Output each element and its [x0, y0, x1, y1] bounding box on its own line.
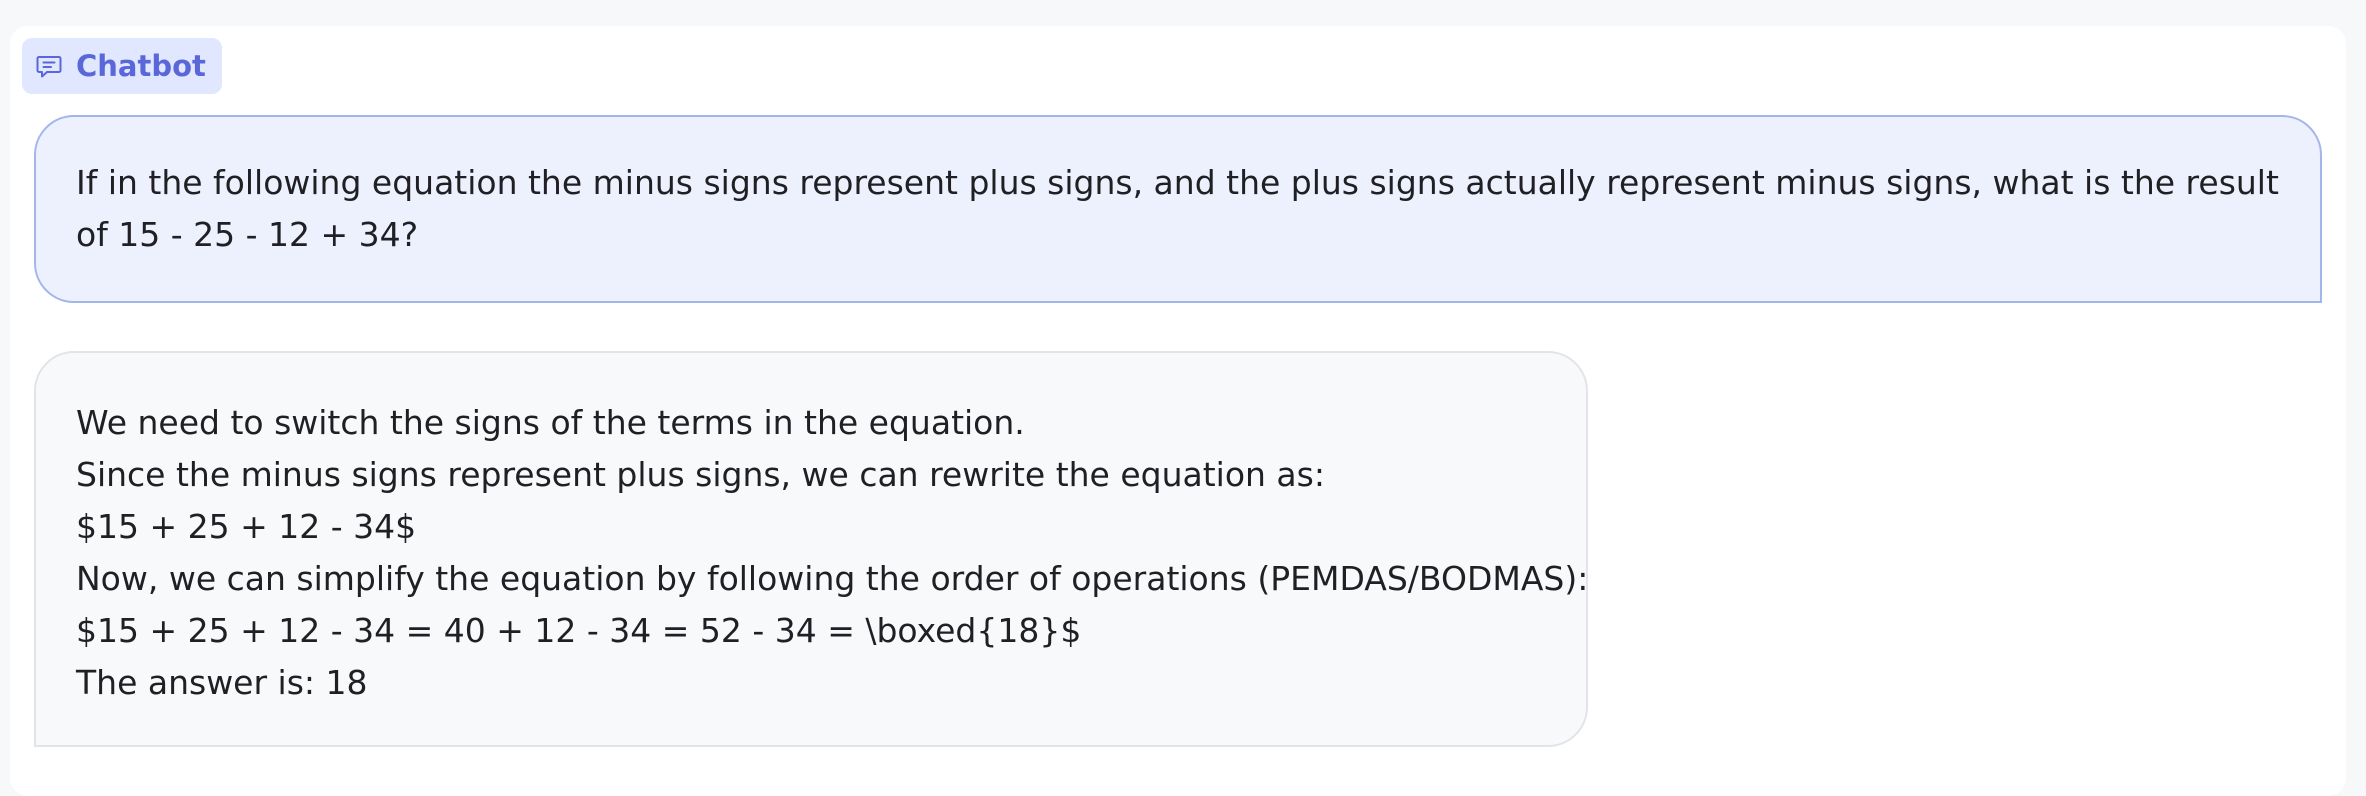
bot-message-line: The answer is: 18 — [76, 663, 368, 702]
chatbot-label: Chatbot — [22, 38, 222, 94]
bot-message: We need to switch the signs of the terms… — [34, 351, 1588, 747]
user-message: If in the following equation the minus s… — [34, 115, 2322, 303]
chatbot-label-text: Chatbot — [76, 48, 206, 83]
bot-message-line: We need to switch the signs of the terms… — [76, 403, 1025, 442]
bot-message-line: $15 + 25 + 12 - 34 = 40 + 12 - 34 = 52 -… — [76, 611, 1082, 650]
bot-message-line: Now, we can simplify the equation by fol… — [76, 559, 1589, 598]
bot-message-line: $15 + 25 + 12 - 34$ — [76, 507, 417, 546]
user-message-text: If in the following equation the minus s… — [76, 163, 2279, 254]
bot-message-line: Since the minus signs represent plus sig… — [76, 455, 1325, 494]
chat-icon — [36, 53, 62, 79]
